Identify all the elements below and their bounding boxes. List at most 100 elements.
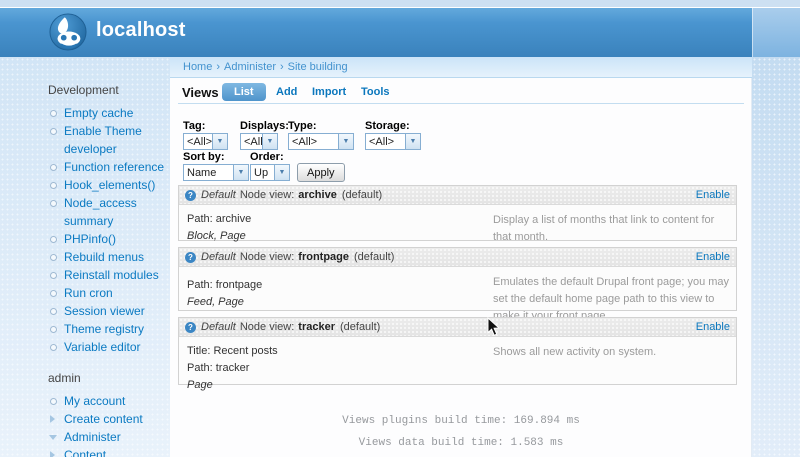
sidebar-item-label[interactable]: Reinstall modules <box>64 268 159 282</box>
sidebar-item-my-account[interactable]: My account <box>50 392 170 410</box>
view-suffix: (default) <box>341 189 383 201</box>
view-row-body: Path: archive Block, Page Display a list… <box>179 205 736 251</box>
sidebar-item-label[interactable]: PHPinfo() <box>64 232 116 246</box>
tab-import[interactable]: Import <box>310 83 348 101</box>
view-row-header: ? Default Node view: tracker (default) E… <box>179 318 736 337</box>
view-name: archive <box>298 189 337 201</box>
bullet-circle-icon <box>50 290 57 297</box>
drupal-logo-icon[interactable] <box>49 13 87 51</box>
sidebar-item-create-content[interactable]: Create content <box>50 410 170 428</box>
view-kind-label: Node view: <box>239 321 295 333</box>
breadcrumb-separator: › <box>279 61 284 73</box>
content-panel: Home › Administer › Site building Views List… <box>170 57 752 457</box>
tab-list[interactable]: List <box>222 83 266 101</box>
view-row-header: ? Default Node view: frontpage (default)… <box>179 248 736 267</box>
sidebar-nav: Development Empty cache Enable Theme dev… <box>48 83 170 457</box>
sort-by-label: Sort by: <box>183 151 225 163</box>
view-suffix: (default) <box>354 251 395 263</box>
site-name: localhost <box>96 19 186 41</box>
sidebar-item-hook-elements[interactable]: Hook_elements() <box>50 176 170 194</box>
sidebar-item-empty-cache[interactable]: Empty cache <box>50 104 170 122</box>
view-name: frontpage <box>298 251 350 263</box>
sidebar-item-label[interactable]: Run cron <box>64 286 113 300</box>
view-path: Path: tracker <box>187 362 250 374</box>
sidebar-item-administer[interactable]: Administer <box>49 428 170 446</box>
sidebar-item-phpinfo[interactable]: PHPinfo() <box>50 230 170 248</box>
help-icon[interactable]: ? <box>185 321 196 333</box>
triangle-collapsed-icon[interactable] <box>50 415 55 423</box>
sidebar-item-rebuild-menus[interactable]: Rebuild menus <box>50 248 170 266</box>
displays-filter-select[interactable]: <All> ▼ <box>240 133 278 150</box>
page-title: Views <box>182 85 219 100</box>
chevron-down-icon[interactable]: ▼ <box>274 165 289 180</box>
view-description: Display a list of months that link to co… <box>493 214 715 243</box>
sidebar-item-label[interactable]: Variable editor <box>64 340 141 354</box>
triangle-expanded-icon[interactable] <box>49 435 57 440</box>
chevron-down-icon[interactable]: ▼ <box>262 134 277 149</box>
sidebar-item-label[interactable]: Theme registry <box>64 322 144 336</box>
sidebar-item-enable-theme-developer[interactable]: Enable Theme developer <box>50 122 170 158</box>
order-select[interactable]: Up ▼ <box>250 164 290 181</box>
enable-link[interactable]: Enable <box>696 251 730 263</box>
bullet-circle-icon <box>50 398 57 405</box>
sidebar-item-label[interactable]: Enable Theme developer <box>64 124 142 156</box>
breadcrumb-home[interactable]: Home <box>183 61 212 73</box>
tabs-underline <box>178 103 744 104</box>
chevron-down-icon[interactable]: ▼ <box>338 134 353 149</box>
sidebar-section-admin: admin <box>48 371 81 385</box>
sort-by-select[interactable]: Name ▼ <box>183 164 249 181</box>
sidebar-item-theme-registry[interactable]: Theme registry <box>50 320 170 338</box>
sidebar-item-label[interactable]: Node_access summary <box>64 196 137 228</box>
sidebar-item-label[interactable]: Rebuild menus <box>64 250 144 264</box>
view-row-body: Path: frontpage Feed, Page Emulates the … <box>179 267 736 322</box>
sidebar-item-variable-editor[interactable]: Variable editor <box>50 338 170 356</box>
view-row-frontpage: ? Default Node view: frontpage (default)… <box>178 247 737 322</box>
sidebar-item-node-access-summary[interactable]: Node_access summary <box>50 194 170 230</box>
chevron-down-icon[interactable]: ▼ <box>405 134 420 149</box>
tab-tools[interactable]: Tools <box>359 83 392 101</box>
enable-link[interactable]: Enable <box>696 189 730 201</box>
mouse-cursor <box>487 317 500 336</box>
sidebar-item-function-reference[interactable]: Function reference <box>50 158 170 176</box>
view-row-archive: ? Default Node view: archive (default) E… <box>178 185 737 243</box>
bullet-circle-icon <box>50 308 57 315</box>
sidebar-item-label[interactable]: Create content <box>64 412 143 426</box>
storage-filter-select[interactable]: <All> ▼ <box>365 133 421 150</box>
view-type-label: Default <box>201 189 236 201</box>
triangle-collapsed-icon[interactable] <box>50 451 55 457</box>
sidebar-item-label[interactable]: Session viewer <box>64 304 145 318</box>
admin-menu: My account Create content Administer Con… <box>48 392 170 457</box>
view-type-label: Default <box>201 251 236 263</box>
sidebar-item-session-viewer[interactable]: Session viewer <box>50 302 170 320</box>
sidebar-item-label[interactable]: My account <box>64 394 125 408</box>
help-icon[interactable]: ? <box>185 251 196 263</box>
sidebar-item-run-cron[interactable]: Run cron <box>50 284 170 302</box>
sidebar-item-label[interactable]: Function reference <box>64 160 164 174</box>
breadcrumb-administer[interactable]: Administer <box>224 61 276 73</box>
sidebar-item-label[interactable]: Content management <box>64 448 134 457</box>
sidebar-item-label[interactable]: Hook_elements() <box>64 178 155 192</box>
drupal-admin-screen: localhost Home › Administer › Site building … <box>0 0 800 457</box>
bullet-circle-icon <box>50 182 57 189</box>
sidebar-item-label[interactable]: Administer <box>64 430 121 444</box>
tab-add[interactable]: Add <box>274 83 299 101</box>
chevron-down-icon[interactable]: ▼ <box>233 165 248 180</box>
sidebar-item-reinstall-modules[interactable]: Reinstall modules <box>50 266 170 284</box>
enable-link[interactable]: Enable <box>696 321 730 333</box>
breadcrumb-site-building[interactable]: Site building <box>288 61 348 73</box>
help-icon[interactable]: ? <box>185 189 196 201</box>
tag-filter-label: Tag: <box>183 120 206 132</box>
sidebar-item-label[interactable]: Empty cache <box>64 106 133 120</box>
breadcrumb-separator: › <box>216 61 221 73</box>
view-kind-label: Node view: <box>239 189 295 201</box>
sidebar-item-content-management[interactable]: Content management <box>50 446 144 457</box>
type-filter-select[interactable]: <All> ▼ <box>288 133 354 150</box>
tag-filter-select[interactable]: <All> ▼ <box>183 133 228 150</box>
bullet-circle-icon <box>50 128 57 135</box>
chevron-down-icon[interactable]: ▼ <box>212 134 227 149</box>
header-bar-right <box>752 8 800 57</box>
bullet-circle-icon <box>50 236 57 243</box>
view-suffix: (default) <box>339 321 381 333</box>
apply-button[interactable]: Apply <box>297 163 345 182</box>
view-row-tracker: ? Default Node view: tracker (default) E… <box>178 317 737 391</box>
